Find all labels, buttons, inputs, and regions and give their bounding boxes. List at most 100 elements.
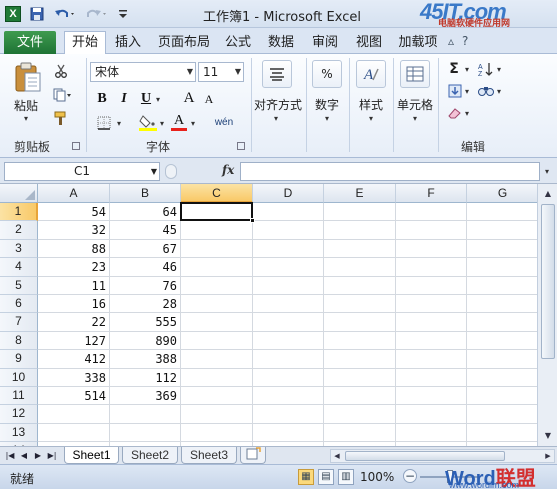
insert-sheet-icon[interactable] <box>240 447 266 464</box>
horizontal-scrollbar[interactable]: ◀ ▶ <box>330 449 555 463</box>
row-header-4[interactable]: 4 <box>0 258 38 277</box>
shrink-font-button[interactable]: A <box>202 91 216 107</box>
column-header-d[interactable]: D <box>253 184 324 203</box>
underline-button[interactable]: U <box>138 90 154 108</box>
tab-data[interactable]: 数据 <box>262 33 300 54</box>
autosum-dropdown-icon[interactable]: ▾ <box>465 65 469 74</box>
cell-b2[interactable]: 45 <box>110 221 181 239</box>
alignment-label[interactable]: 对齐方式 <box>254 96 302 113</box>
expand-formula-bar-icon[interactable]: ▾ <box>541 162 553 181</box>
cells-label[interactable]: 单元格 <box>397 96 433 113</box>
column-header-f[interactable]: F <box>396 184 467 203</box>
number-label[interactable]: 数字 <box>315 96 339 113</box>
page-layout-view-icon[interactable]: ▤ <box>318 469 334 485</box>
sort-filter-icon[interactable]: AZ <box>476 60 496 78</box>
cell-b9[interactable]: 388 <box>110 350 181 368</box>
formula-input[interactable] <box>240 162 540 181</box>
cell-b8[interactable]: 890 <box>110 332 181 350</box>
font-color-button[interactable]: A <box>170 112 188 132</box>
vertical-scroll-thumb[interactable] <box>541 204 555 359</box>
column-header-b[interactable]: B <box>110 184 181 203</box>
cell-b11[interactable]: 369 <box>110 387 181 405</box>
scroll-down-icon[interactable]: ▼ <box>540 428 556 443</box>
row-header-5[interactable]: 5 <box>0 276 38 295</box>
fill-dropdown-icon[interactable]: ▾ <box>465 87 469 96</box>
clipboard-dialog-launcher-icon[interactable] <box>72 142 80 150</box>
page-break-view-icon[interactable]: ▥ <box>338 469 354 485</box>
cell-a4[interactable]: 23 <box>38 258 110 276</box>
cell-a2[interactable]: 32 <box>38 221 110 239</box>
scroll-right-icon[interactable]: ▶ <box>542 450 554 462</box>
font-name-combo[interactable]: 宋体 ▼ <box>90 62 196 82</box>
cell-a1[interactable]: 54 <box>38 203 110 221</box>
row-header-8[interactable]: 8 <box>0 331 38 351</box>
fill-color-icon[interactable] <box>138 112 158 132</box>
column-header-a[interactable]: A <box>38 184 110 203</box>
format-painter-icon[interactable] <box>52 110 70 128</box>
insert-function-icon[interactable]: fx <box>222 163 234 177</box>
column-header-e[interactable]: E <box>324 184 396 203</box>
cell-a6[interactable]: 16 <box>38 295 110 313</box>
number-format-icon[interactable]: % <box>312 60 342 88</box>
row-header-9[interactable]: 9 <box>0 350 38 369</box>
column-header-c[interactable]: C <box>181 184 253 203</box>
cell-a9[interactable]: 412 <box>38 350 110 368</box>
cell-a5[interactable]: 11 <box>38 277 110 295</box>
row-header-3[interactable]: 3 <box>0 239 38 259</box>
row-header-7[interactable]: 7 <box>0 313 38 332</box>
formula-bar-resize-handle[interactable] <box>165 164 177 179</box>
horizontal-scroll-thumb[interactable] <box>345 451 505 461</box>
fill-handle[interactable] <box>250 218 255 224</box>
cells-dropdown-icon[interactable]: ▾ <box>413 114 417 123</box>
cell-b1[interactable]: 64 <box>110 203 181 221</box>
cell-a3[interactable]: 88 <box>38 240 110 258</box>
underline-dropdown-icon[interactable]: ▾ <box>156 95 160 104</box>
name-box[interactable]: C1 ▼ <box>4 162 160 181</box>
alignment-icon[interactable] <box>262 60 292 88</box>
paste-label[interactable]: 粘贴 <box>14 97 38 114</box>
paste-dropdown-icon[interactable]: ▾ <box>24 114 28 123</box>
fill-down-icon[interactable] <box>446 82 464 100</box>
zoom-out-icon[interactable]: − <box>403 469 417 483</box>
row-header-13[interactable]: 13 <box>0 423 38 443</box>
cell-a10[interactable]: 338 <box>38 369 110 387</box>
cell-a7[interactable]: 22 <box>38 313 110 331</box>
row-header-10[interactable]: 10 <box>0 368 38 387</box>
row-header-1[interactable]: 1 <box>0 203 38 222</box>
cell-b5[interactable]: 76 <box>110 277 181 295</box>
sheet-tab-sheet1[interactable]: Sheet1 <box>64 447 119 464</box>
cell-b4[interactable]: 46 <box>110 258 181 276</box>
italic-button[interactable]: I <box>116 90 132 108</box>
next-sheet-icon[interactable]: ▶ <box>32 449 44 462</box>
cell-b3[interactable]: 67 <box>110 240 181 258</box>
font-color-dropdown-icon[interactable]: ▾ <box>191 119 195 128</box>
paste-icon[interactable] <box>12 60 44 94</box>
tab-view[interactable]: 视图 <box>350 33 388 54</box>
styles-icon[interactable]: A <box>356 60 386 88</box>
tab-file[interactable]: 文件 <box>4 31 56 54</box>
sheet-tab-sheet2[interactable]: Sheet2 <box>122 447 178 464</box>
tab-review[interactable]: 审阅 <box>306 33 344 54</box>
styles-dropdown-icon[interactable]: ▾ <box>369 114 373 123</box>
save-icon[interactable] <box>28 5 46 23</box>
borders-dropdown-icon[interactable]: ▾ <box>117 119 121 128</box>
zoom-level[interactable]: 100% <box>360 470 394 484</box>
vertical-scrollbar[interactable]: ▲ ▼ <box>537 184 557 446</box>
tab-home[interactable]: 开始 <box>64 31 106 55</box>
font-size-combo[interactable]: 11 ▼ <box>198 62 244 82</box>
clear-dropdown-icon[interactable]: ▾ <box>465 109 469 118</box>
scroll-up-icon[interactable]: ▲ <box>540 186 556 201</box>
scroll-left-icon[interactable]: ◀ <box>331 450 343 462</box>
help-icon[interactable]: ? <box>462 34 468 48</box>
tab-addins[interactable]: 加载项 <box>394 33 442 54</box>
copy-icon[interactable] <box>52 86 74 104</box>
row-header-6[interactable]: 6 <box>0 295 38 314</box>
last-sheet-icon[interactable]: ▶| <box>46 449 58 462</box>
phonetic-guide-button[interactable]: wén <box>210 112 238 132</box>
cell-b7[interactable]: 555 <box>110 313 181 331</box>
tab-page-layout[interactable]: 页面布局 <box>152 33 216 54</box>
select-all-corner[interactable] <box>0 184 38 203</box>
find-dropdown-icon[interactable]: ▾ <box>497 87 501 96</box>
sheet-tab-sheet3[interactable]: Sheet3 <box>181 447 237 464</box>
row-header-12[interactable]: 12 <box>0 405 38 424</box>
